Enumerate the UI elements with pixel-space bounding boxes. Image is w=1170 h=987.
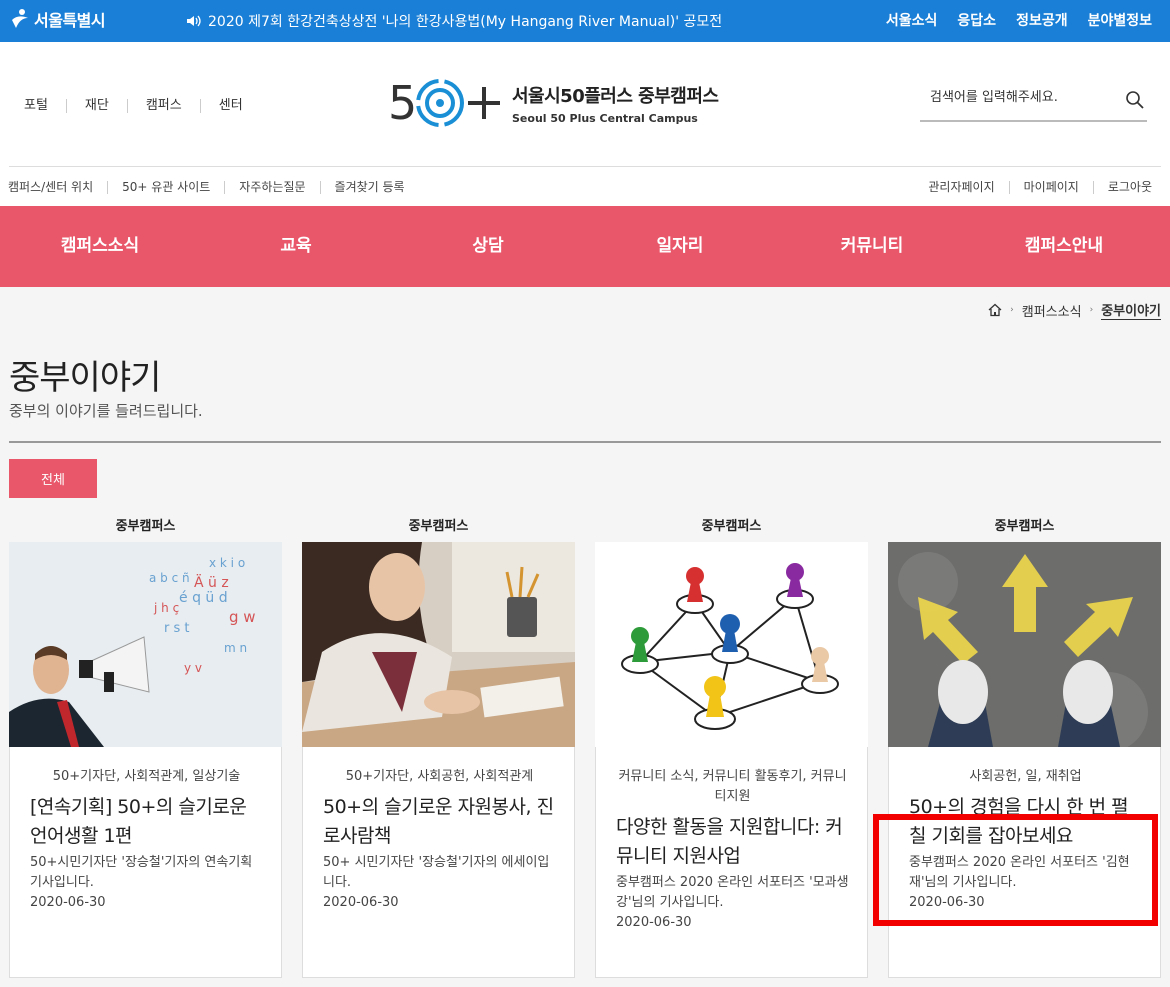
link-foundation[interactable]: 재단: [65, 99, 127, 113]
nav-jobs[interactable]: 일자리: [584, 206, 776, 287]
breadcrumb-current[interactable]: 중부이야기: [1101, 300, 1161, 320]
account-links: 관리자페이지 마이페이지 로그아웃: [914, 181, 1152, 194]
breadcrumb: › 캠퍼스소식 › 중부이야기: [988, 300, 1161, 320]
svg-text:j h ç: j h ç: [153, 601, 179, 615]
svg-text:x k i o: x k i o: [209, 556, 245, 570]
article-card[interactable]: 중부캠퍼스 사회공헌, 일, 재취업 50+의 경험을 다시 한 번 펼칠 기회…: [888, 515, 1161, 978]
svg-text:é q ü d: é q ü d: [179, 590, 228, 606]
nav-campus-guide[interactable]: 캠퍼스안내: [968, 206, 1160, 287]
card-body: 50+기자단, 사회적관계, 일상기술 [연속기획] 50+의 슬기로운 언어생…: [9, 747, 282, 978]
article-card[interactable]: 중부캠퍼스 50+기자단, 사회공헌, 사회적관계 50+의 슬기로운 자원봉사…: [302, 515, 575, 978]
top-menu: 서울소식 응답소 정보공개 분야별정보: [886, 10, 1152, 30]
site-header: 포털 재단 캠퍼스 센터 5 서울시50플러스 중부캠퍼스 Seoul 50 P…: [0, 42, 1170, 206]
main-navigation: 캠퍼스소식 교육 상담 일자리 커뮤니티 캠퍼스안내: [0, 206, 1170, 287]
svg-text:r s t: r s t: [164, 621, 189, 636]
gov-logo-label: 서울특별시: [34, 11, 106, 30]
card-description: 중부캠퍼스 2020 온라인 서포터즈 '김현재'님의 기사입니다.: [909, 855, 1130, 890]
card-date: 2020-06-30: [323, 895, 399, 910]
svg-text:Ä ü z: Ä ü z: [194, 573, 229, 591]
breadcrumb-separator: ›: [1089, 305, 1094, 315]
card-thumbnail-arrows[interactable]: [888, 542, 1161, 747]
nav-campus-news[interactable]: 캠퍼스소식: [0, 206, 200, 287]
link-faq[interactable]: 자주하는질문: [224, 181, 319, 194]
top-menu-response[interactable]: 응답소: [957, 10, 996, 30]
nav-community[interactable]: 커뮤니티: [776, 206, 968, 287]
page-title: 중부이야기: [9, 358, 161, 398]
speaker-icon: [186, 14, 202, 28]
card-date: 2020-06-30: [616, 915, 692, 930]
link-mypage[interactable]: 마이페이지: [1008, 181, 1093, 194]
card-tags: 50+기자단, 사회공헌, 사회적관계: [345, 769, 534, 784]
link-portal[interactable]: 포털: [24, 99, 66, 113]
card-thumbnail-network[interactable]: [595, 542, 868, 747]
card-tags: 커뮤니티 소식, 커뮤니티 활동후기, 커뮤니티지원: [618, 769, 847, 804]
top-menu-field-info[interactable]: 분야별정보: [1088, 10, 1152, 30]
fifty-plus-logo-icon: 5: [388, 75, 500, 131]
svg-text:m n: m n: [224, 641, 247, 655]
notice-banner[interactable]: 2020 제7회 한강건축상상전 '나의 한강사용법(My Hangang Ri…: [186, 11, 722, 31]
nav-education[interactable]: 교육: [200, 206, 392, 287]
card-body: 커뮤니티 소식, 커뮤니티 활동후기, 커뮤니티지원 다양한 활동을 지원합니다…: [595, 747, 868, 978]
card-category: 중부캠퍼스: [994, 519, 1055, 534]
card-description: 중부캠퍼스 2020 온라인 서포터즈 '모과생강'님의 기사입니다.: [616, 875, 849, 910]
header-divider: [9, 166, 1161, 167]
utility-links: 캠퍼스/센터 위치 50+ 유관 사이트 자주하는질문 즐겨찾기 등록: [8, 181, 419, 194]
page-subtitle: 중부의 이야기를 들려드립니다.: [9, 402, 203, 420]
top-bar: 서울특별시 2020 제7회 한강건축상상전 '나의 한강사용법(My Hang…: [0, 0, 1170, 42]
svg-text:y v: y v: [184, 661, 202, 675]
card-description: 50+ 시민기자단 '장승철'기자의 에세이입니다.: [323, 855, 550, 890]
card-title[interactable]: [연속기획] 50+의 슬기로운 언어생활 1편: [30, 793, 263, 851]
card-category: 중부캠퍼스: [701, 519, 762, 534]
site-name-ko: 서울시50플러스 중부캠퍼스: [512, 85, 719, 107]
card-date: 2020-06-30: [909, 895, 985, 910]
card-description: 50+시민기자단 '장승철'기자의 연속기획 기사입니다.: [30, 855, 253, 890]
svg-text:a b c ñ: a b c ñ: [149, 571, 190, 585]
card-body: 50+기자단, 사회공헌, 사회적관계 50+의 슬기로운 자원봉사, 진로사람…: [302, 747, 575, 978]
svg-text:g w: g w: [229, 608, 256, 626]
link-bookmark[interactable]: 즐겨찾기 등록: [319, 181, 419, 194]
nav-counseling[interactable]: 상담: [392, 206, 584, 287]
link-location[interactable]: 캠퍼스/센터 위치: [8, 181, 107, 194]
link-campus[interactable]: 캠퍼스: [126, 99, 200, 113]
card-title[interactable]: 50+의 경험을 다시 한 번 펼칠 기회를 잡아보세요: [909, 793, 1142, 851]
card-tags: 50+기자단, 사회적관계, 일상기술: [52, 769, 241, 784]
breadcrumb-campus-news[interactable]: 캠퍼스소식: [1022, 301, 1082, 320]
portal-links: 포털 재단 캠퍼스 센터: [24, 99, 261, 113]
seoul-gov-logo[interactable]: 서울특별시: [10, 7, 106, 31]
card-tags: 사회공헌, 일, 재취업: [969, 769, 1082, 784]
link-logout[interactable]: 로그아웃: [1092, 181, 1152, 194]
card-body: 사회공헌, 일, 재취업 50+의 경험을 다시 한 번 펼칠 기회를 잡아보세…: [888, 747, 1161, 978]
card-category: 중부캠퍼스: [408, 519, 469, 534]
top-menu-disclosure[interactable]: 정보공개: [1016, 10, 1068, 30]
link-center[interactable]: 센터: [199, 99, 261, 113]
top-menu-news[interactable]: 서울소식: [886, 10, 938, 30]
seoul-logo-icon: [10, 8, 30, 30]
search-box: [920, 82, 1147, 122]
notice-text: 2020 제7회 한강건축상상전 '나의 한강사용법(My Hangang Ri…: [208, 14, 723, 30]
card-thumbnail-megaphone[interactable]: a b c ñ é q ü d x k i o r s t m n Ä ü z …: [9, 542, 282, 747]
article-card[interactable]: 중부캠퍼스 커뮤니티 소식, 커뮤니티 활동후기, 커뮤니티지원 다양한 활동을…: [595, 515, 868, 978]
site-logo[interactable]: 5 서울시50플러스 중부캠퍼스 Seoul 50 Plus Central C…: [388, 75, 719, 131]
link-related-sites[interactable]: 50+ 유관 사이트: [107, 181, 224, 194]
site-name-en: Seoul 50 Plus Central Campus: [512, 111, 698, 125]
home-icon[interactable]: [988, 303, 1002, 317]
card-date: 2020-06-30: [30, 895, 106, 910]
breadcrumb-separator: ›: [1010, 305, 1014, 315]
svg-text:5: 5: [388, 76, 417, 130]
search-input[interactable]: [930, 90, 1120, 105]
card-thumbnail-students[interactable]: [302, 542, 575, 747]
title-divider: [9, 441, 1161, 443]
card-title[interactable]: 다양한 활동을 지원합니다: 커뮤니티 지원사업: [616, 813, 849, 871]
card-title[interactable]: 50+의 슬기로운 자원봉사, 진로사람책: [323, 793, 556, 851]
search-icon[interactable]: [1125, 90, 1145, 110]
article-card[interactable]: 중부캠퍼스 a b c ñ é q ü d x k i o r s t m n …: [9, 515, 282, 978]
card-category: 중부캠퍼스: [115, 519, 176, 534]
filter-all-button[interactable]: 전체: [9, 459, 97, 498]
link-admin[interactable]: 관리자페이지: [914, 181, 1008, 194]
